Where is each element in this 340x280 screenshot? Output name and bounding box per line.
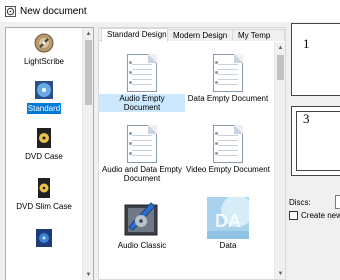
svg-text:DA: DA (215, 211, 241, 231)
category-label: DVD Slim Case (16, 202, 72, 211)
discs-label: Discs: (289, 198, 311, 207)
preview-area: 1 3 Discs: Create new t (289, 22, 340, 280)
category-label: DVD Case (25, 152, 63, 161)
page-number: 1 (303, 36, 310, 51)
title-bar: New document (0, 0, 340, 22)
tab-modern-design[interactable]: Modern Design (167, 29, 233, 41)
category-label: LightScribe (23, 57, 65, 66)
scroll-down-arrow-icon[interactable]: ▼ (83, 269, 93, 280)
template-audio-data-empty[interactable]: Audio and Data Empty Document (99, 125, 185, 183)
template-data-empty[interactable]: Data Empty Document (185, 54, 271, 103)
template-grid: Audio Empty Document Data Empty Document… (99, 42, 275, 280)
scroll-up-arrow-icon[interactable]: ▲ (83, 28, 93, 39)
category-item-dvd-case[interactable]: DVD Case (6, 128, 82, 162)
scroll-thumb[interactable] (85, 40, 92, 105)
standard-disc-icon (34, 80, 54, 100)
template-label: Audio Classic (117, 241, 167, 250)
category-list[interactable]: LightScribe Standard DVD Case DVD Slim C… (5, 27, 94, 280)
document-icon (127, 125, 157, 163)
partial-category-icon (34, 228, 54, 248)
dvd-case-icon (34, 128, 54, 148)
template-panel: Standard Design Modern Design My Temp Au… (98, 27, 286, 280)
document-icon (213, 125, 243, 163)
template-audio-classic[interactable]: Audio Classic (99, 197, 185, 250)
scroll-thumb[interactable] (277, 55, 284, 80)
category-item-partial[interactable] (6, 228, 82, 251)
tab-standard-design[interactable]: Standard Design (101, 28, 168, 42)
template-tabs: Standard Design Modern Design My Temp (99, 28, 285, 42)
data-template-icon: DA (207, 195, 253, 239)
tab-my-templates[interactable]: My Temp (232, 29, 285, 41)
document-icon (213, 54, 243, 92)
template-label: Data Empty Document (187, 94, 269, 103)
scroll-up-arrow-icon[interactable]: ▲ (275, 42, 286, 53)
template-label: Audio Empty Document (99, 94, 185, 112)
template-label: Data (219, 241, 237, 250)
dvd-slim-case-icon (34, 178, 54, 198)
lightscribe-icon (34, 33, 54, 53)
discs-input[interactable] (335, 195, 340, 209)
category-item-dvd-slim-case[interactable]: DVD Slim Case (6, 178, 82, 212)
template-audio-empty[interactable]: Audio Empty Document (99, 54, 185, 112)
preview-page-back: 3 (291, 106, 340, 176)
template-data[interactable]: DA Data (185, 195, 271, 250)
template-label: Audio and Data Empty Document (101, 165, 183, 183)
template-label: Video Empty Document (186, 165, 270, 174)
app-disc-icon (5, 5, 16, 17)
category-item-standard[interactable]: Standard (6, 80, 82, 114)
window-title: New document (20, 5, 87, 17)
category-label: Standard (26, 103, 62, 114)
create-new-label: Create new t (301, 211, 340, 220)
audio-classic-icon (121, 197, 163, 239)
category-item-lightscribe[interactable]: LightScribe (6, 33, 82, 67)
template-video-empty[interactable]: Video Empty Document (185, 125, 271, 174)
create-new-row[interactable]: Create new t (289, 211, 340, 220)
template-scrollbar[interactable]: ▲ ▼ (274, 42, 285, 279)
scroll-down-arrow-icon[interactable]: ▼ (275, 268, 286, 279)
category-scrollbar[interactable]: ▲ ▼ (82, 28, 93, 280)
document-icon (127, 54, 157, 92)
page-number: 3 (303, 111, 310, 126)
preview-page-front: 1 (291, 23, 340, 96)
create-new-checkbox[interactable] (289, 211, 298, 220)
